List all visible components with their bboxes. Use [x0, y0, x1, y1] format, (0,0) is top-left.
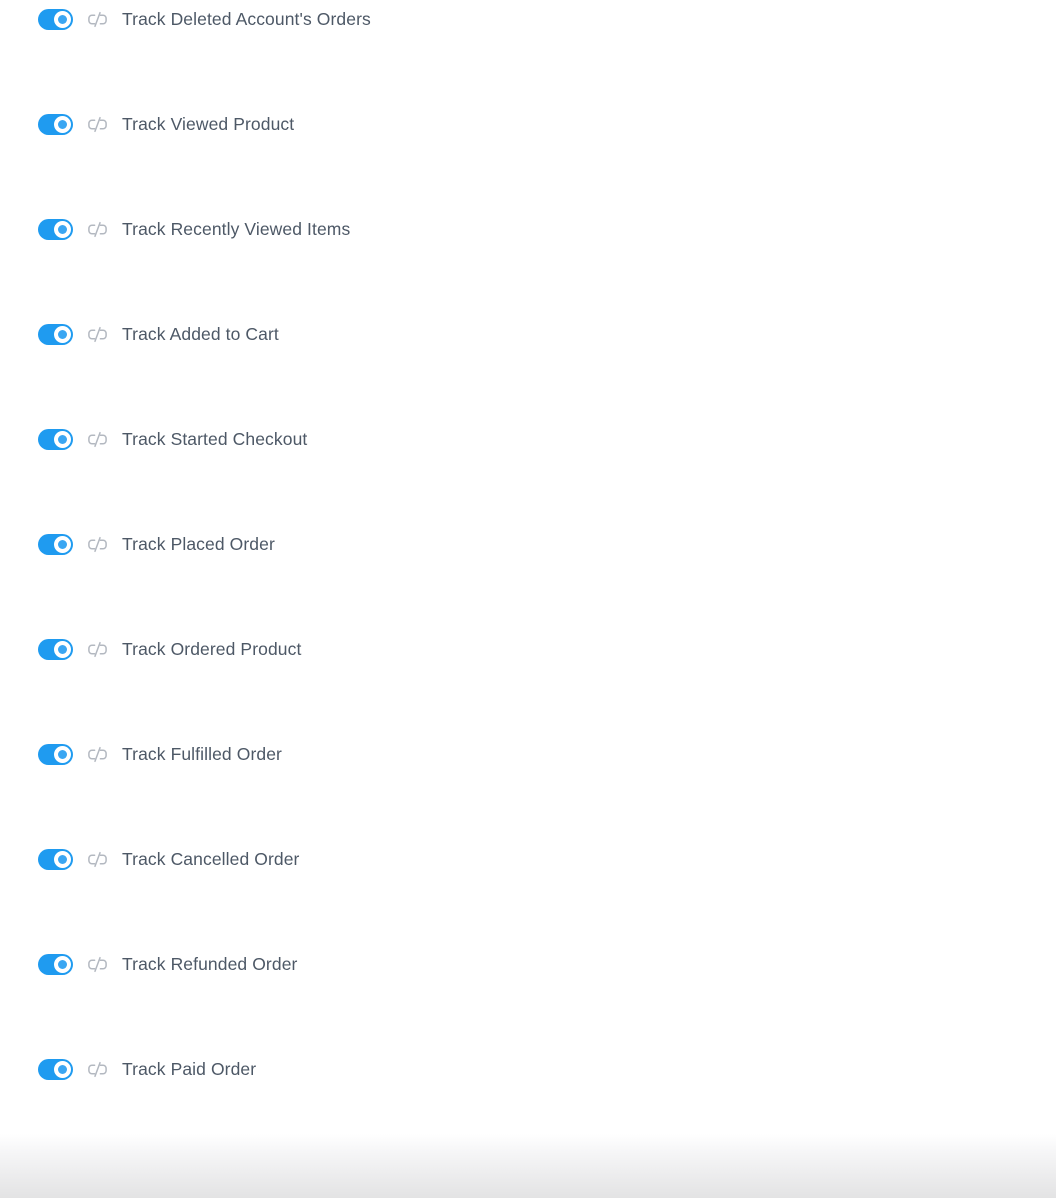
setting-row: Track Viewed Product — [0, 102, 1056, 146]
toggle-switch-icon[interactable] — [38, 218, 73, 240]
broken-link-icon[interactable] — [87, 746, 108, 763]
setting-row: Track Cancelled Order — [0, 837, 1056, 881]
setting-row: Track Deleted Account's Orders — [0, 0, 1056, 41]
broken-link-icon[interactable] — [87, 851, 108, 868]
setting-row: Track Back In Stock — [0, 1152, 1056, 1196]
toggle-switch-icon[interactable] — [38, 1163, 73, 1185]
broken-link-icon[interactable] — [87, 1061, 108, 1078]
toggle-switch-icon[interactable] — [38, 533, 73, 555]
setting-row-label: Track Paid Order — [122, 1058, 257, 1079]
setting-row-label: Track Refunded Order — [122, 953, 298, 974]
settings-row-list: Track Deleted Account's Orders Track View… — [0, 0, 1056, 1198]
setting-row-label: Track Added to Cart — [122, 323, 279, 344]
setting-row-label: Track Viewed Product — [122, 113, 295, 134]
toggle-switch-icon[interactable] — [38, 743, 73, 765]
toggle-knob — [54, 850, 71, 868]
broken-link-icon[interactable] — [87, 116, 108, 133]
toggle-knob — [54, 10, 71, 28]
toggle-switch-icon[interactable] — [38, 848, 73, 870]
toggle-knob — [54, 325, 71, 343]
toggle-knob — [54, 430, 71, 448]
toggle-knob — [54, 640, 71, 658]
toggle-knob — [54, 955, 71, 973]
toggle-switch-icon[interactable] — [38, 8, 73, 30]
setting-row: Track Recently Viewed Items — [0, 207, 1056, 251]
toggle-knob — [54, 220, 71, 238]
tracked-events-settings-panel: Track Deleted Account's Orders Track View… — [0, 0, 1056, 1198]
toggle-knob — [54, 1165, 71, 1183]
broken-link-icon[interactable] — [87, 431, 108, 448]
setting-row-label: Track Deleted Account's Orders — [122, 8, 371, 29]
broken-link-icon[interactable] — [87, 326, 108, 343]
toggle-knob — [54, 115, 71, 133]
broken-link-icon[interactable] — [87, 1166, 108, 1183]
setting-row: Track Paid Order — [0, 1047, 1056, 1091]
setting-row: Track Placed Order — [0, 522, 1056, 566]
broken-link-icon[interactable] — [87, 11, 108, 28]
setting-row: Track Refunded Order — [0, 942, 1056, 986]
setting-row: Track Started Checkout — [0, 417, 1056, 461]
toggle-switch-icon[interactable] — [38, 323, 73, 345]
setting-row: Track Fulfilled Order — [0, 732, 1056, 776]
broken-link-icon[interactable] — [87, 536, 108, 553]
toggle-switch-icon[interactable] — [38, 638, 73, 660]
setting-row-label: Track Back In Stock — [122, 1163, 279, 1184]
setting-row-label: Track Cancelled Order — [122, 848, 300, 869]
toggle-switch-icon[interactable] — [38, 113, 73, 135]
setting-row: Track Added to Cart — [0, 312, 1056, 356]
setting-row-label: Track Placed Order — [122, 533, 275, 554]
setting-row: Track Ordered Product — [0, 627, 1056, 671]
setting-row-label: Track Fulfilled Order — [122, 743, 282, 764]
broken-link-icon[interactable] — [87, 221, 108, 238]
toggle-switch-icon[interactable] — [38, 428, 73, 450]
setting-row-label: Track Started Checkout — [122, 428, 308, 449]
broken-link-icon[interactable] — [87, 956, 108, 973]
toggle-knob — [54, 745, 71, 763]
toggle-switch-icon[interactable] — [38, 1058, 73, 1080]
toggle-knob — [54, 1060, 71, 1078]
toggle-knob — [54, 535, 71, 553]
toggle-switch-icon[interactable] — [38, 953, 73, 975]
setting-row-label: Track Ordered Product — [122, 638, 302, 659]
broken-link-icon[interactable] — [87, 641, 108, 658]
setting-row-label: Track Recently Viewed Items — [122, 218, 351, 239]
